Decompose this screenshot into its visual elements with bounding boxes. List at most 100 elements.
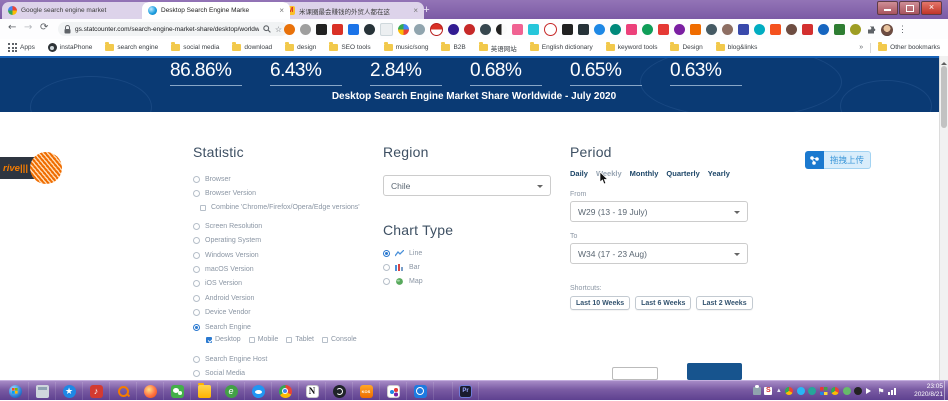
bookmark-folder[interactable]: download [232,44,272,51]
statistic-option[interactable]: Search Engine Host [193,352,378,366]
from-select[interactable]: W29 (13 - 19 July) [570,201,748,222]
radio-icon[interactable] [193,370,200,377]
last-6-weeks-button[interactable]: Last 6 Weeks [635,296,691,310]
extension-icon[interactable] [850,24,861,35]
extension-icon[interactable] [430,23,443,36]
region-select[interactable]: Chile [383,175,551,196]
tab-google-search[interactable]: Google search engine market [2,2,152,19]
reload-icon[interactable]: ⟳ [40,22,48,33]
bookmark-folder[interactable]: English dictionary [530,44,593,51]
green-browser-app[interactable] [218,382,245,401]
checkbox-checked-icon[interactable] [206,337,212,343]
period-tab-yearly[interactable]: Yearly [708,169,730,178]
zoom-icon[interactable] [263,25,271,33]
statistic-option[interactable]: Social Media [193,367,378,381]
bookmark-apps[interactable]: Apps [8,43,35,52]
radio-selected-icon[interactable] [383,250,390,257]
close-window-button[interactable] [921,1,942,15]
extension-icon[interactable] [380,23,393,36]
tray-grid-icon[interactable] [820,387,828,395]
extension-icon[interactable] [578,24,589,35]
wechat-app[interactable] [164,382,191,401]
bookmark-folder[interactable]: SEO tools [329,44,370,51]
extension-icon[interactable] [818,24,829,35]
bookmark-folder[interactable]: keyword tools [606,44,658,51]
baidu-netdisk-app[interactable] [245,382,272,401]
minimize-button[interactable] [877,1,898,15]
device-option-tablet[interactable]: Tablet [286,336,314,343]
device-option-desktop[interactable]: Desktop [206,336,241,343]
statistic-option[interactable]: Browser Version [193,186,378,200]
bookmark-folder[interactable]: search engine [105,44,158,51]
statistic-option[interactable]: Operating System [193,234,378,248]
tray-photo-icon[interactable] [753,387,761,395]
tray-sogou-icon[interactable]: S [764,387,772,395]
period-tab-quarterly[interactable]: Quarterly [666,169,699,178]
tab-mail[interactable]: 米课圈最会赚钱的外贸人都在这 [280,2,424,19]
radio-icon[interactable] [193,356,200,363]
radio-icon[interactable] [193,223,200,230]
scroll-up-arrow[interactable] [941,59,947,65]
extension-icon[interactable] [496,24,507,35]
radio-icon[interactable] [383,278,390,285]
extension-icon[interactable] [786,24,797,35]
extension-icon[interactable] [480,24,491,35]
extension-icon[interactable] [658,24,669,35]
to-select[interactable]: W34 (17 - 23 Aug) [570,243,748,264]
partial-button-primary[interactable] [687,363,742,380]
tray-chrome-icon[interactable] [785,387,793,395]
extension-icon[interactable] [300,24,311,35]
tray-flag-icon[interactable] [877,387,884,396]
chart-type-option-map[interactable]: Map [383,275,553,289]
statistic-option[interactable]: Device Vendor [193,306,378,320]
statistic-option[interactable]: Browser [193,172,378,186]
tray-green-icon[interactable] [843,387,851,395]
extension-icon[interactable] [610,24,621,35]
bookmark-folder[interactable]: design [285,44,316,51]
radio-icon[interactable] [193,266,200,273]
extension-icon[interactable] [316,24,327,35]
statistic-option[interactable]: iOS Version [193,277,378,291]
period-tab-daily[interactable]: Daily [570,169,588,178]
extension-icon[interactable] [738,24,749,35]
extension-icon[interactable] [802,24,813,35]
star-app[interactable] [56,382,83,401]
chrome-app[interactable] [272,382,299,401]
last-2-weeks-button[interactable]: Last 2 Weeks [696,296,752,310]
back-icon[interactable]: ← [8,22,16,33]
radio-icon[interactable] [193,252,200,259]
tray-chrome2-icon[interactable] [831,387,839,395]
forward-icon[interactable]: → [24,22,32,33]
extension-icon[interactable] [448,24,459,35]
checkbox-icon[interactable] [322,337,328,343]
radio-icon[interactable] [193,237,200,244]
netease-music-app[interactable] [83,382,110,401]
radio-icon[interactable] [383,264,390,271]
extension-icon[interactable] [364,24,375,35]
statistic-option-selected[interactable]: Search Engine [193,320,378,334]
tray-expand-icon[interactable] [776,388,782,394]
chart-type-option-bar[interactable]: Bar [383,260,553,274]
video-app[interactable] [407,382,434,401]
extension-icon[interactable] [414,24,425,35]
close-tab-icon[interactable] [279,7,284,15]
drive-ad-sphere-icon[interactable] [30,152,62,184]
statistic-option[interactable]: macOS Version [193,262,378,276]
maximize-button[interactable] [899,1,920,15]
extension-icon[interactable] [562,24,573,35]
show-desktop-button[interactable] [944,381,948,401]
extension-icon[interactable] [674,24,685,35]
bookmark-folder[interactable]: music/song [384,44,429,51]
bookmark-folder[interactable]: Design [670,44,702,51]
bookmark-item[interactable]: instaPhone [48,43,93,52]
obs-app[interactable] [326,382,353,401]
extension-icon[interactable] [722,24,733,35]
bookmarks-overflow-icon[interactable]: » [859,44,863,51]
extension-icon[interactable] [398,24,409,35]
tab-statcounter[interactable]: Desktop Search Engine Marke [142,2,290,19]
radio-icon[interactable] [193,190,200,197]
premiere-app[interactable] [452,382,479,401]
statistic-option[interactable]: Android Version [193,291,378,305]
calculator-app[interactable] [29,382,56,401]
other-bookmarks[interactable]: Other bookmarks [878,44,940,51]
